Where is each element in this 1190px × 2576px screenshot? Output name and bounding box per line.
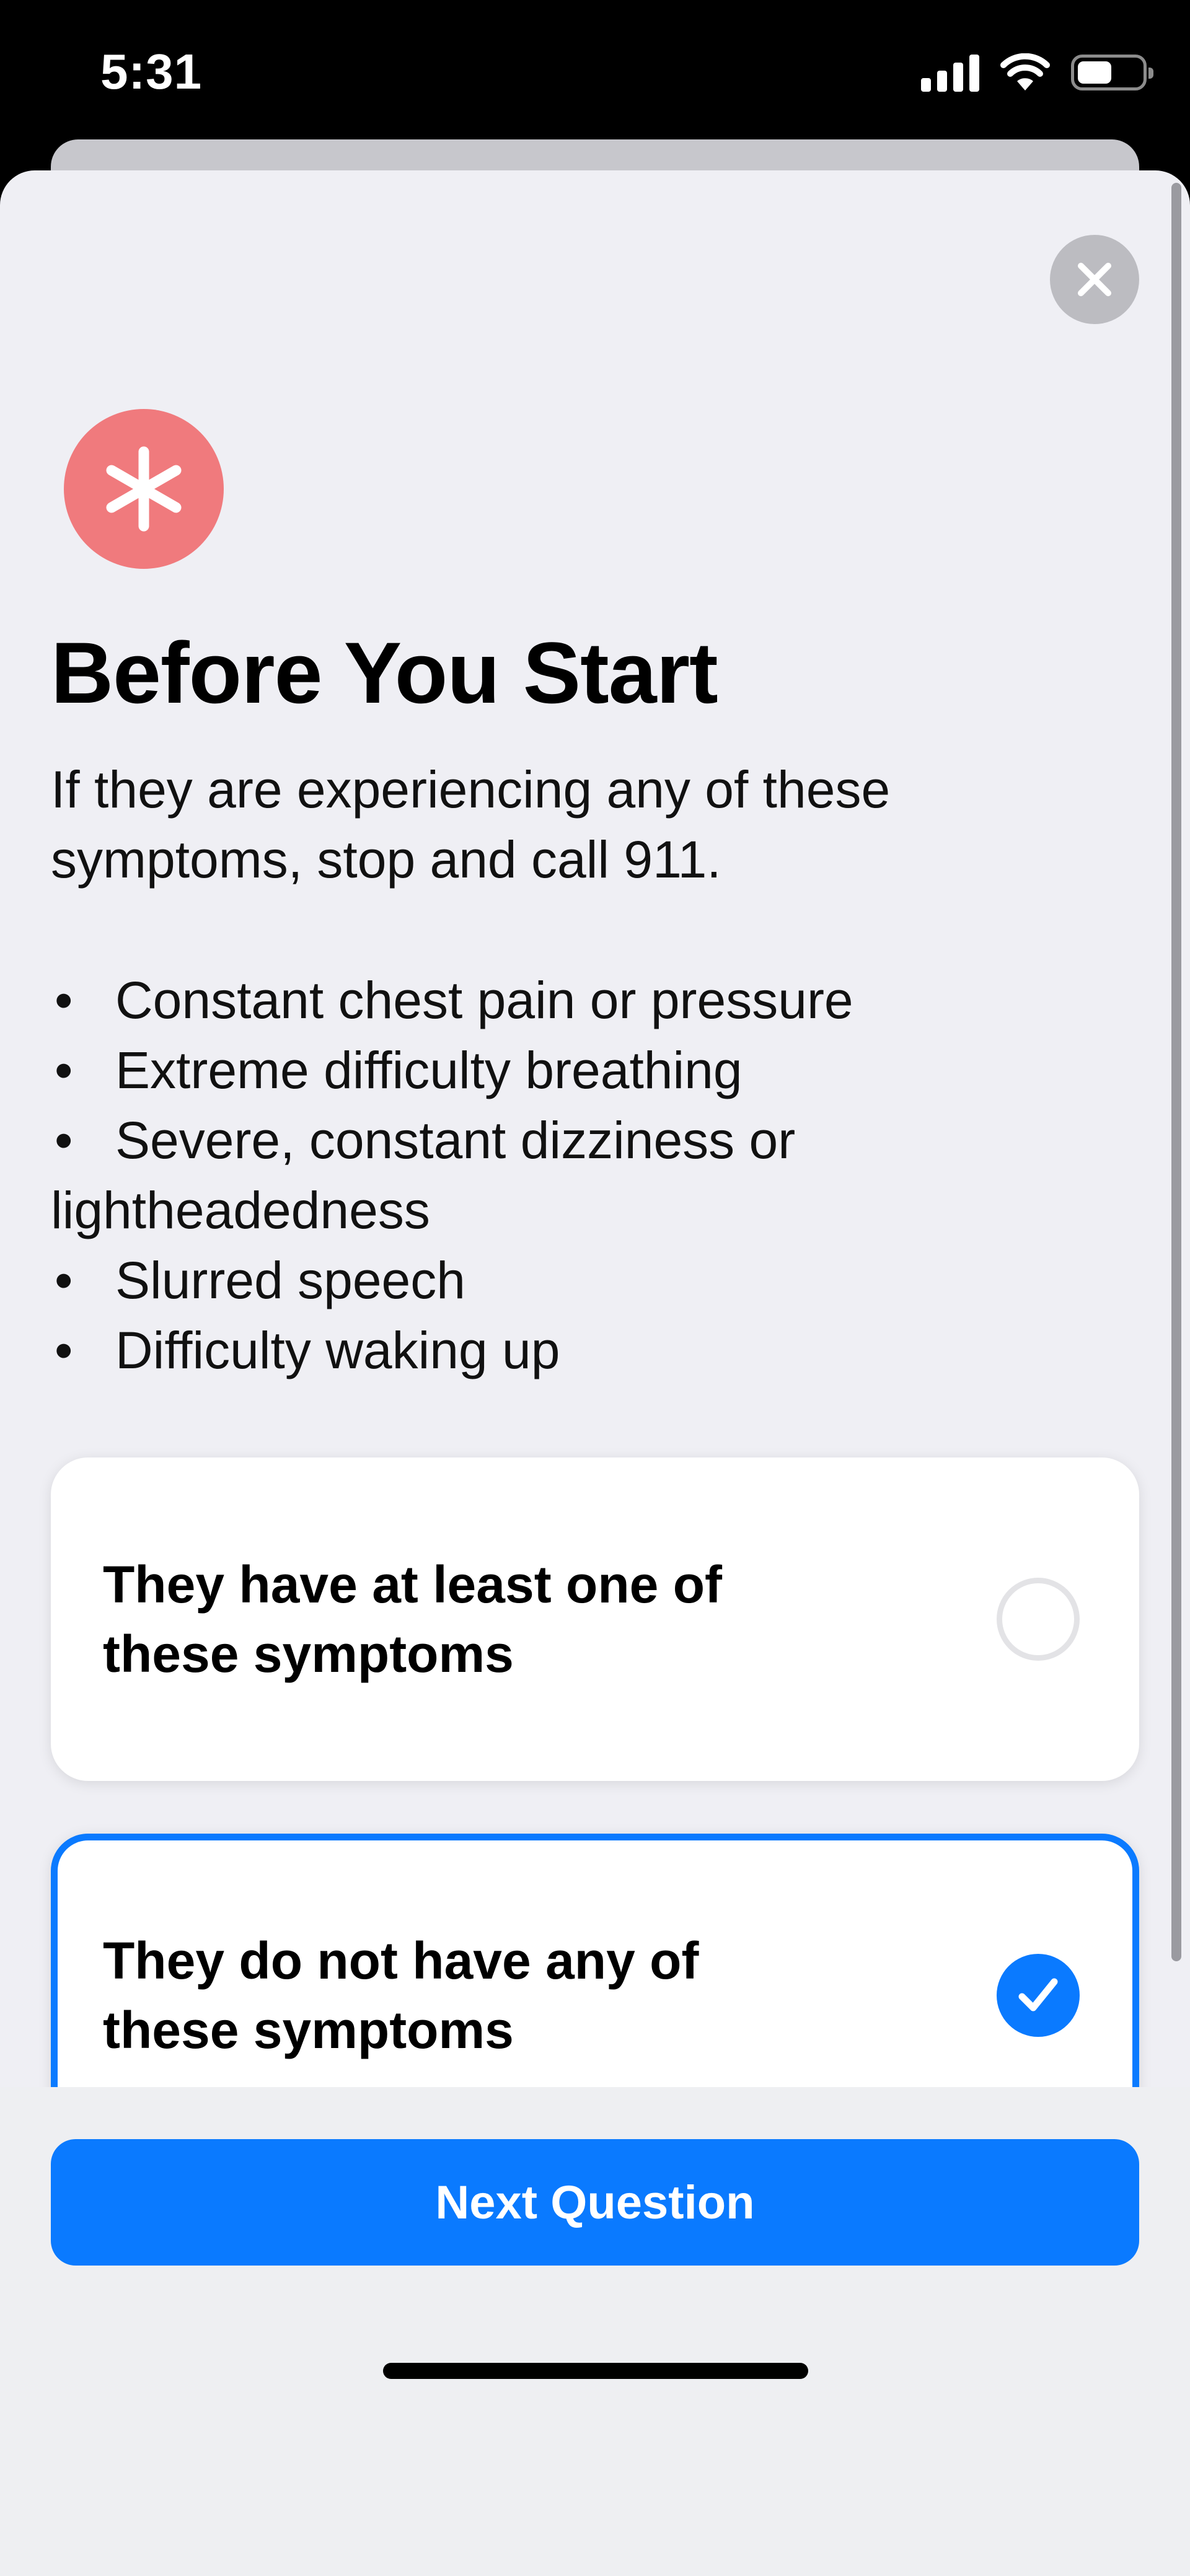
bullet: •: [55, 971, 73, 1029]
symptom-text: Extreme difficulty breathing: [115, 1041, 743, 1099]
intro-text: If they are experiencing any of these sy…: [51, 760, 891, 889]
asterisk-medical-icon: [106, 446, 182, 532]
battery-icon: [1071, 55, 1153, 90]
bullet: •: [55, 1251, 73, 1309]
checkmark-icon: [1018, 1978, 1058, 2011]
list-item: • Severe, constant dizziness or lighthead…: [51, 1106, 1055, 1246]
radio-unselected[interactable]: [997, 1578, 1080, 1661]
radio-selected[interactable]: [997, 1954, 1080, 2037]
list-item: • Constant chest pain or pressure: [51, 965, 1055, 1035]
cellular-signal-icon: [921, 53, 979, 92]
home-indicator: [383, 2363, 808, 2379]
symptom-text: Severe, constant dizziness or lightheade…: [51, 1111, 796, 1239]
list-item: • Difficulty waking up: [51, 1316, 1055, 1386]
symptom-list: • Constant chest pain or pressure • Extrem…: [51, 965, 1055, 1386]
page-title: Before You Start: [51, 624, 718, 721]
close-button[interactable]: [1050, 235, 1139, 324]
option-label: They have at least one of these symptoms: [103, 1555, 722, 1683]
close-icon: [1078, 263, 1111, 296]
bullet: •: [55, 1041, 73, 1099]
bottom-panel: Next Question: [0, 2087, 1190, 2576]
symptom-text: Constant chest pain or pressure: [115, 971, 853, 1029]
status-icons: [921, 51, 1153, 94]
list-item: • Extreme difficulty breathing: [51, 1035, 1055, 1106]
bullet: •: [55, 1111, 73, 1169]
scroll-indicator[interactable]: [1171, 183, 1181, 1961]
option-has-symptoms[interactable]: They have at least one of these symptoms: [51, 1457, 1139, 1781]
symptom-text: Difficulty waking up: [115, 1321, 560, 1379]
symptom-text: Slurred speech: [115, 1251, 465, 1309]
status-time: 5:31: [100, 44, 203, 99]
wifi-icon: [1000, 53, 1050, 90]
bullet: •: [55, 1321, 73, 1379]
modal-sheet: Before You Start If they are experiencin…: [0, 170, 1190, 2576]
next-question-button[interactable]: Next Question: [51, 2139, 1139, 2266]
battery-level: [1078, 61, 1111, 84]
battery-tip: [1148, 68, 1153, 79]
option-label: They do not have any of these symptoms: [103, 1932, 699, 2059]
medical-badge: [64, 409, 224, 569]
list-item: • Slurred speech: [51, 1246, 1055, 1316]
status-bar: 5:31: [0, 0, 1190, 143]
